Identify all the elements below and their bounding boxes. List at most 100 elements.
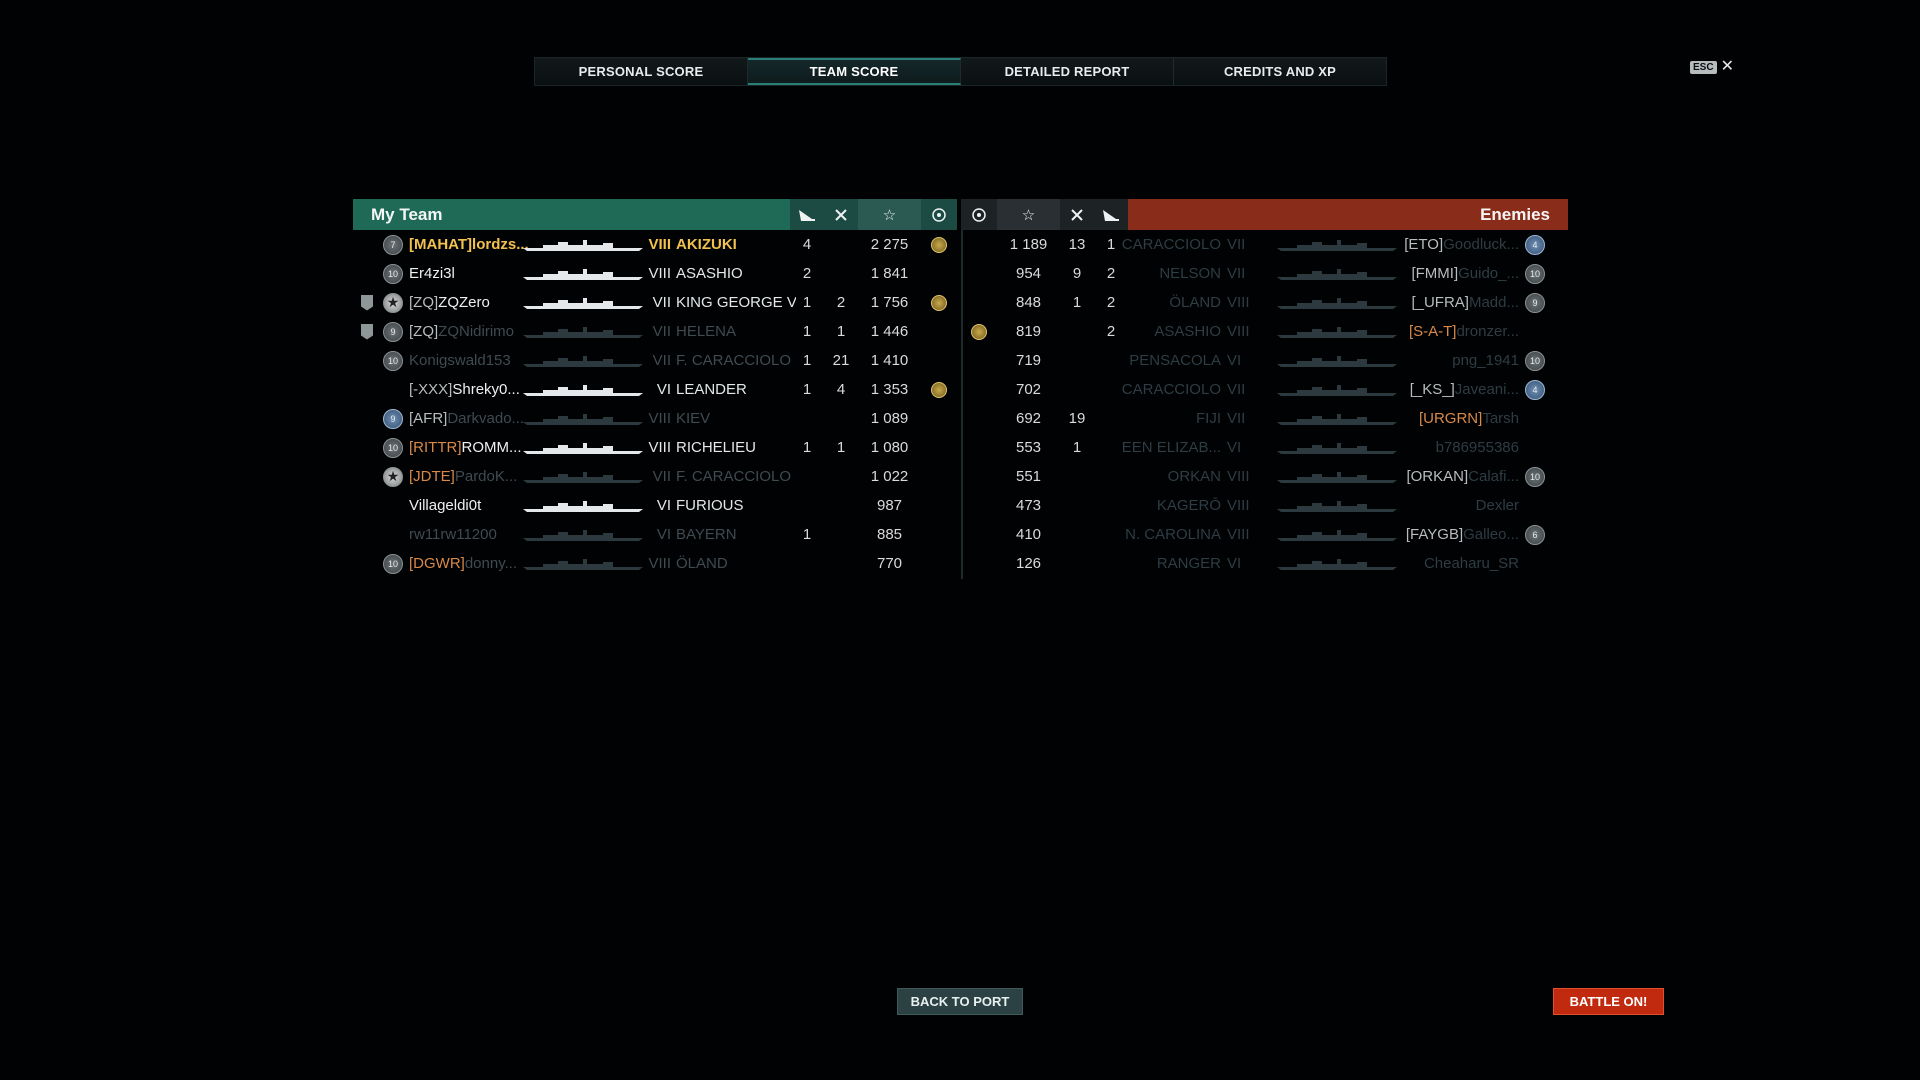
ship-name: LEANDER [676,381,747,398]
plane-icon[interactable] [1094,199,1128,230]
ship-silhouette-cell [523,346,645,375]
clan-tag: [FAYGB] [1405,526,1464,543]
player-name-cell[interactable]: png_1941 [1401,346,1519,375]
laurel-icon[interactable] [921,199,957,230]
table-row[interactable]: ★ [ZQ] ZQZero VII KING GEORGE V 1 2 1 756 [353,288,957,317]
ship-tier: VII [1227,381,1246,398]
tab-team-score[interactable]: TEAM SCORE [748,58,961,85]
rank-badge-icon: 7 [383,234,403,255]
ship-silhouette [1277,384,1397,396]
ship-silhouette-cell [1277,288,1399,317]
ship-tier: VI [1227,352,1242,369]
player-name-cell[interactable]: [ZQ] ZQNidirimo [409,317,529,346]
rank-badge-icon: 9 [383,408,403,429]
ship-silhouette [1277,500,1397,512]
table-row[interactable]: 719 PENSACOLA VI png_1941 10 [961,346,1568,375]
player-name: Tarsh [1482,410,1519,427]
laurel-icon[interactable] [961,199,997,230]
table-row[interactable]: 1 189131F. CARACCIOLOVII[ETO]Goodluck...… [961,230,1568,259]
player-name-cell[interactable]: [FAYGB] Galleo... [1401,520,1519,549]
player-name-cell[interactable]: [_KS_] Javeani... [1401,375,1519,404]
player-name-cell[interactable]: Er4zi3l [409,259,529,288]
close-button[interactable]: ESC ✕ [1690,59,1734,75]
player-name-cell[interactable]: [RITTR] ROMM... [409,433,529,462]
table-row[interactable]: [-XXX] Shreky0... VI LEANDER 1 4 1 353 [353,375,957,404]
player-name-cell[interactable]: Dexler [1401,491,1519,520]
ship-tier: VII [1227,410,1246,427]
tab-credits-and-xp[interactable]: CREDITS AND XP [1174,58,1386,85]
ship-silhouette-cell [523,433,645,462]
plane-icon[interactable] [790,199,824,230]
table-row[interactable]: 692 19 FIJI VII [URGRN] Tarsh [961,404,1568,433]
table-row[interactable]: 10 [RITTR] ROMM... VIII RICHELIEU 1 1 1 080 [353,433,957,462]
table-row[interactable]: 551 ORKAN VIII [ORKAN] Calafi... 10 [961,462,1568,491]
player-name: Goodluck... [1443,236,1519,253]
back-to-port-button[interactable]: BACK TO PORT [897,988,1023,1015]
table-row[interactable]: 473 KAGERŌ VIII Dexler [961,491,1568,520]
player-name: b786955386 [1435,439,1519,456]
ship-tier: VIII [648,236,671,253]
frags-count: 9 [1072,265,1082,282]
player-name-cell[interactable]: Konigswald153 [409,346,529,375]
table-row[interactable]: 9 [AFR] Darkvado... VIII KIEV 1 089 [353,404,957,433]
table-row[interactable]: 9 [ZQ] ZQNidirimo VII HELENA 1 1 1 446 [353,317,957,346]
rank-cell: 10 [383,259,407,288]
player-name-cell[interactable]: [AFR] Darkvado... [409,404,529,433]
table-row[interactable]: 126 RANGER VI Cheaharu_SR [961,549,1568,578]
player-name-cell[interactable]: rw11rw11200 [409,520,529,549]
player-name-cell[interactable]: [DGWR] donny... [409,549,529,578]
player-name-cell[interactable]: b786955386 [1401,433,1519,462]
ship-name: ASASHIO [1154,323,1221,340]
table-row[interactable]: 702 F. CARACCIOLO VII [_KS_]Javeani... 4 [961,375,1568,404]
table-row[interactable]: 553 1 QUEEN ELIZAB... VI b786955386 [961,433,1568,462]
frags-count [824,259,858,288]
table-row[interactable]: 848 1 2 ÖLAND VIII [_UFRA] Madd... 9 [961,288,1568,317]
ship-silhouette-cell [523,404,645,433]
table-row[interactable]: Villageldi0t VI FURIOUS 987 [353,491,957,520]
table-row[interactable]: 954 9 2 NELSON VII [FMMI] Guido_... 10 [961,259,1568,288]
player-name-cell[interactable]: Cheaharu_SR [1401,549,1519,578]
player-name: Calafi... [1468,468,1519,485]
table-row[interactable]: ★ [JDTE] PardoK... VII F. CARACCIOLO 1 022 [353,462,957,491]
table-row[interactable]: 10 Er4zi3l VIII ASASHIO 2 1 841 [353,259,957,288]
ship-name: RANGER [1156,555,1221,572]
table-row[interactable]: 410 N. CAROLINA VIII [FAYGB] Galleo... 6 [961,520,1568,549]
player-name-cell[interactable]: [FMMI] Guido_... [1401,259,1519,288]
table-row[interactable]: rw11rw11200 VI BAYERN 1 885 [353,520,957,549]
player-name: Er4zi3l [409,265,455,282]
player-name-cell[interactable]: Villageldi0t [409,491,529,520]
player-name-cell[interactable]: [ORKAN] Calafi... [1401,462,1519,491]
table-row[interactable]: 7 [MAHAT] lordzs... VIII AKIZUKI 4 2 275 [353,230,957,259]
swords-icon[interactable] [1060,199,1094,230]
ship-silhouette-cell [1277,404,1399,433]
player-name-cell[interactable]: [_UFRA] Madd... [1401,288,1519,317]
ship-name: NELSON [1159,265,1221,282]
player-name-cell[interactable]: [ZQ] ZQZero [409,288,529,317]
frags-count [824,491,858,520]
star-icon[interactable]: ☆ [858,199,921,230]
frags-count: 1 [836,323,846,340]
rank-cell: 4 [1525,230,1549,259]
swords-icon[interactable] [824,199,858,230]
player-name-cell[interactable]: [ETO] Goodluck... [1401,230,1519,259]
base-xp: 848 [1015,294,1042,311]
tab-personal-score[interactable]: PERSONAL SCORE [535,58,748,85]
player-name-cell[interactable]: [JDTE] PardoK... [409,462,529,491]
ship-silhouette [1277,355,1397,367]
table-row[interactable]: 10 [DGWR] donny... VIII ÖLAND 770 [353,549,957,578]
player-name-cell[interactable]: [S-A-T] dronzer... [1401,317,1519,346]
player-name: Villageldi0t [409,497,482,514]
ship-tier: VIII [648,555,671,572]
player-name-cell[interactable]: [-XXX] Shreky0... [409,375,529,404]
ship-silhouette [1277,558,1397,570]
base-xp: 410 [1015,526,1042,543]
player-name-cell[interactable]: [URGRN] Tarsh [1401,404,1519,433]
battle-on-button[interactable]: BATTLE ON! [1553,988,1664,1015]
ship-silhouette [523,500,643,512]
ship-tier: VIII [648,410,671,427]
table-row[interactable]: 819 2 ASASHIO VIII [S-A-T] dronzer... [961,317,1568,346]
player-name-cell[interactable]: [MAHAT] lordzs... [409,230,529,259]
star-icon[interactable]: ☆ [997,199,1060,230]
tab-detailed-report[interactable]: DETAILED REPORT [961,58,1174,85]
table-row[interactable]: 10 Konigswald153 VII F. CARACCIOLO 1 21 1 410 [353,346,957,375]
